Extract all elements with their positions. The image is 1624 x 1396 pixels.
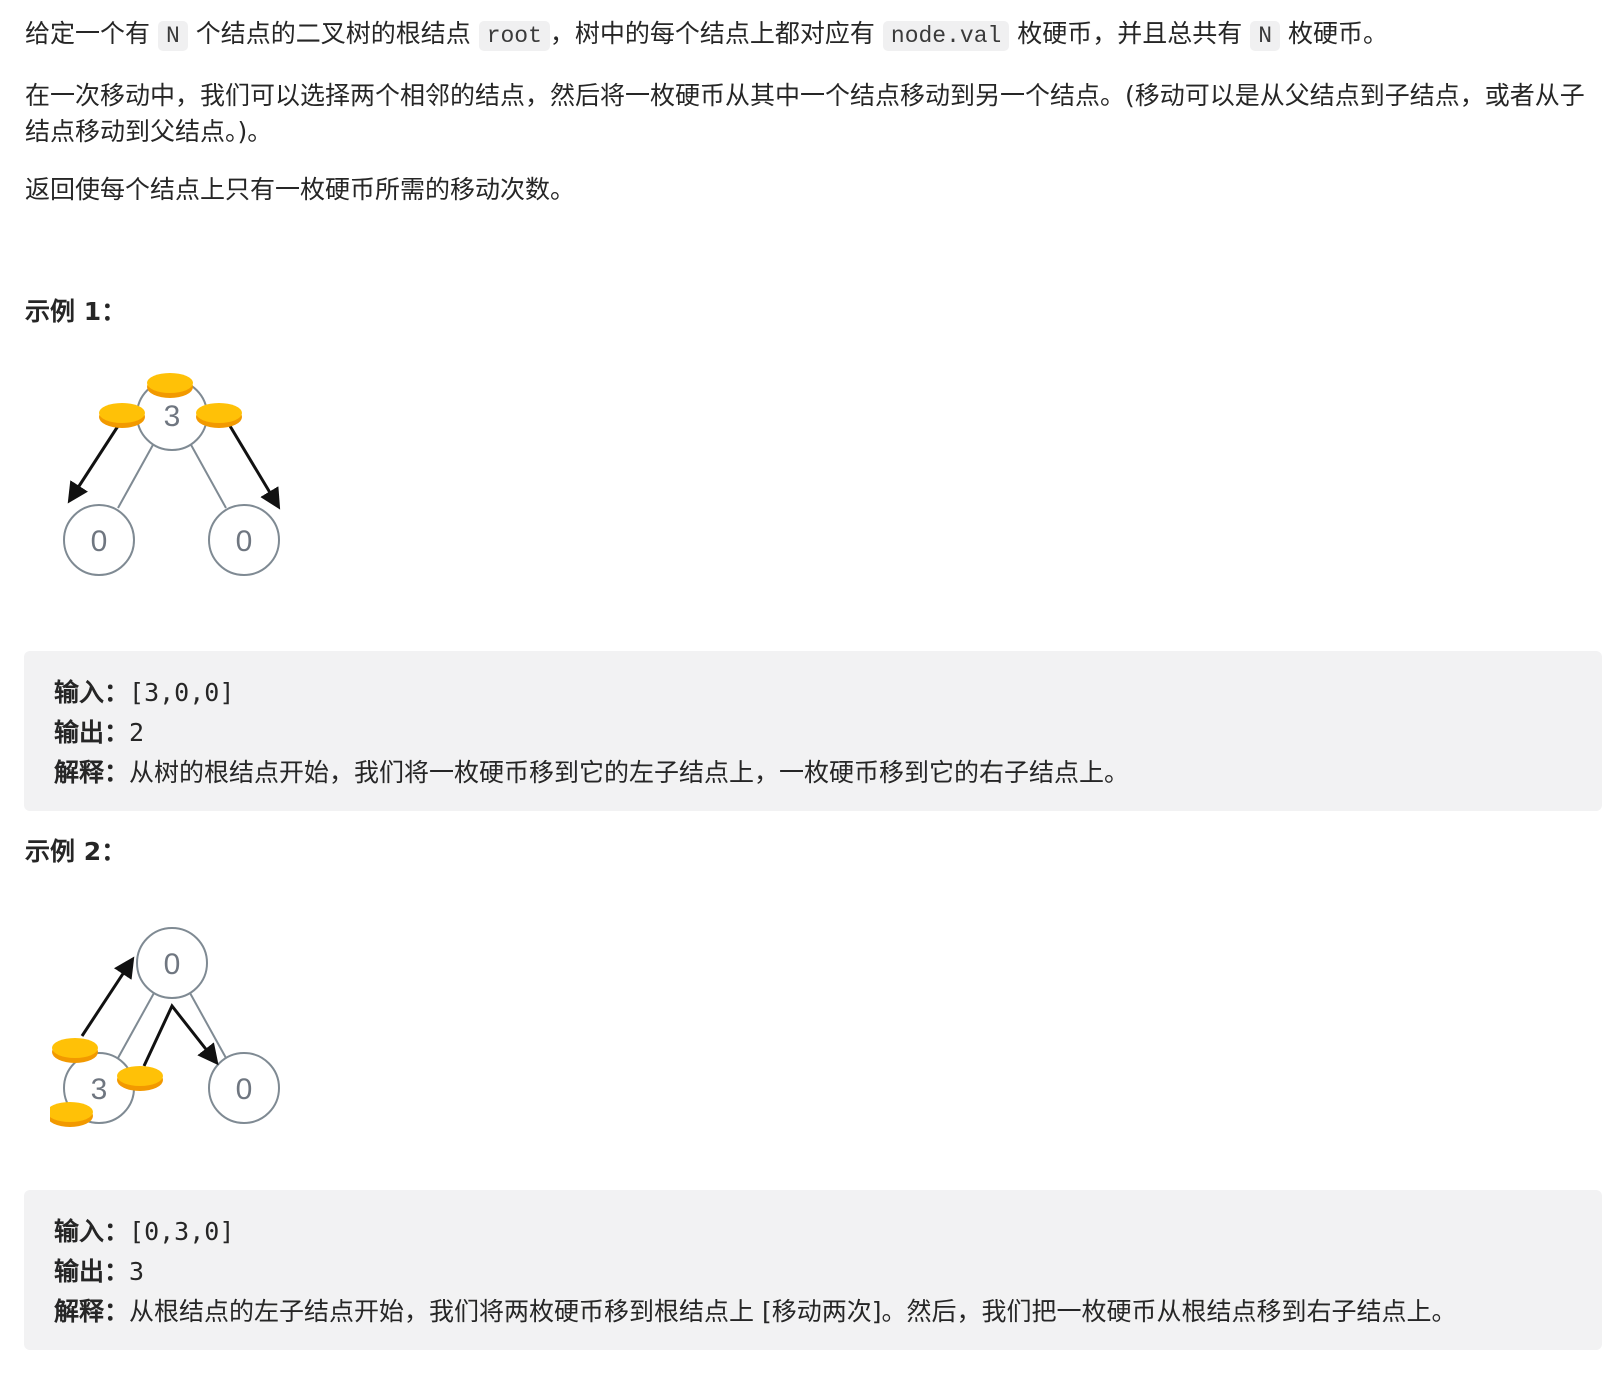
tree-edge: [189, 442, 227, 509]
example-2-output: 输出：3: [54, 1257, 145, 1286]
intro-text: 给定一个有: [25, 19, 151, 48]
tree-edge: [117, 442, 155, 509]
node-value: 3: [164, 400, 181, 433]
coin-icon: [99, 403, 145, 428]
arrow-icon: [67, 425, 120, 504]
example-2-heading: 示例 2：: [25, 837, 127, 866]
node-value: 0: [236, 1073, 253, 1106]
example-1-explanation: 解释：从树的根结点开始，我们将一枚硬币移到它的左子结点上，一枚硬币移到它的右子结…: [54, 758, 1130, 787]
tree-edge: [117, 992, 155, 1059]
example-1-box: 输入：[3,0,0] 输出：2 解释：从树的根结点开始，我们将一枚硬币移到它的左…: [24, 651, 1602, 811]
inline-code-n: N: [157, 21, 188, 51]
coin-icon: [196, 403, 242, 428]
arrow-icon: [142, 1003, 219, 1067]
intro-text: 枚硬币，并且总共有: [1017, 19, 1243, 48]
intro-paragraph-1: 给定一个有 N 个结点的二叉树的根结点 root ，树中的每个结点上都对应有 no…: [25, 16, 1585, 54]
node-value: 0: [91, 525, 108, 558]
node-value: 3: [91, 1073, 108, 1106]
intro-text: ，树中的每个结点上都对应有: [549, 19, 875, 48]
example-2-input: 输入：[0,3,0]: [54, 1217, 235, 1246]
coin-icon: [52, 1038, 98, 1063]
node-value: 0: [164, 948, 181, 981]
intro-paragraph-3: 返回使每个结点上只有一枚硬币所需的移动次数。: [25, 175, 576, 204]
example-1-input: 输入：[3,0,0]: [54, 678, 235, 707]
arrow-icon: [228, 425, 281, 510]
example-1-output: 输出：2: [54, 718, 145, 747]
example-2-tree-diagram: 0 3 0: [50, 927, 280, 1127]
example-1-tree-diagram: 3 0 0: [63, 373, 281, 576]
inline-code-n: N: [1250, 21, 1281, 51]
example-1-heading: 示例 1：: [25, 297, 127, 326]
inline-code-root: root: [478, 21, 550, 51]
example-2-explanation: 解释：从根结点的左子结点开始，我们将两枚硬币移到根结点上 [移动两次]。然后，我…: [54, 1297, 1457, 1326]
intro-text: 个结点的二叉树的根结点: [195, 19, 471, 48]
inline-code-node-val: node.val: [882, 21, 1010, 51]
coin-icon: [50, 1102, 93, 1127]
coin-icon: [117, 1066, 163, 1091]
node-value: 0: [236, 525, 253, 558]
example-2-box: 输入：[0,3,0] 输出：3 解释：从根结点的左子结点开始，我们将两枚硬币移到…: [24, 1190, 1602, 1350]
arrow-icon: [80, 956, 135, 1037]
tree-edge: [189, 992, 227, 1059]
intro-text: 枚硬币。: [1288, 19, 1389, 48]
coin-icon: [147, 373, 193, 398]
intro-paragraph-2: 在一次移动中，我们可以选择两个相邻的结点，然后将一枚硬币从其中一个结点移动到另一…: [25, 81, 1585, 146]
